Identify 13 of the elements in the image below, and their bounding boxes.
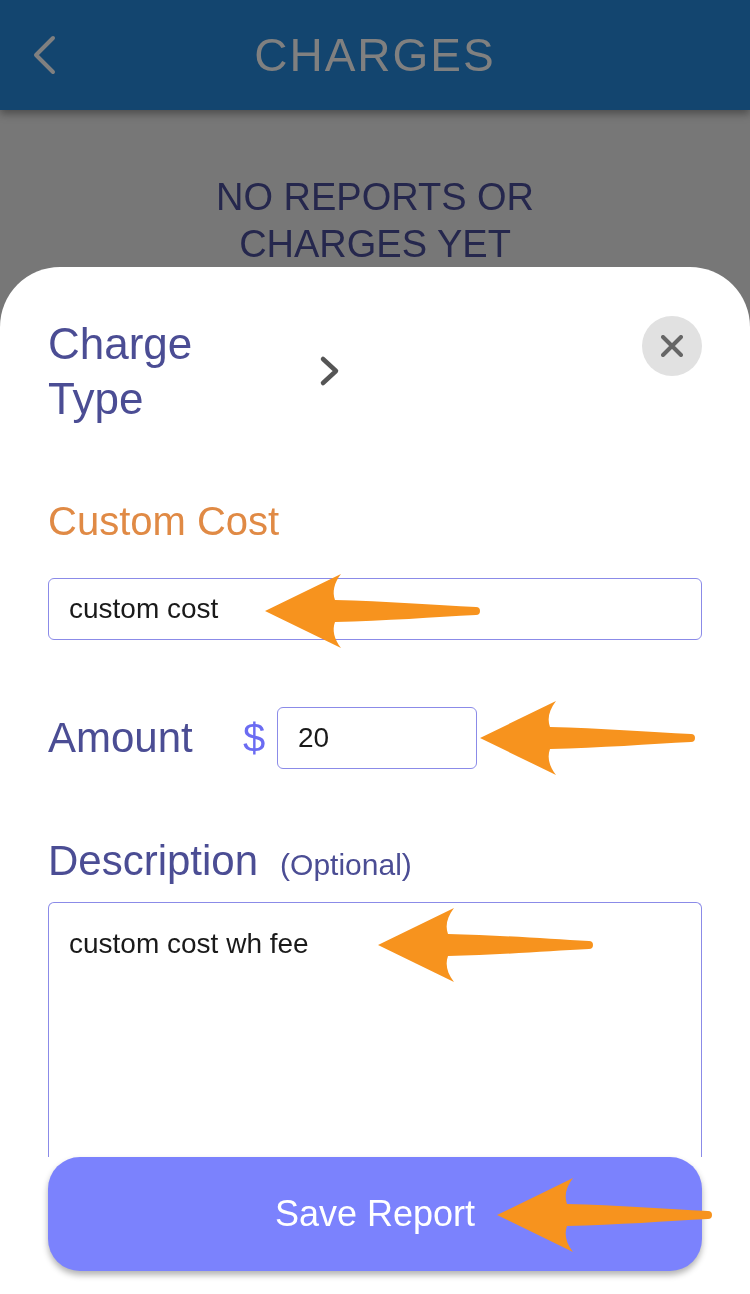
charge-type-label[interactable]: Charge Type: [48, 316, 248, 426]
close-icon: [661, 335, 683, 357]
close-button[interactable]: [642, 316, 702, 376]
screen-title: CHARGES: [254, 28, 496, 83]
description-label: Description: [48, 836, 259, 886]
description-textarea[interactable]: custom cost wh fee: [48, 902, 702, 1157]
optional-note: (Optional): [280, 847, 412, 883]
amount-input[interactable]: 20: [277, 707, 477, 769]
currency-symbol: $: [243, 715, 267, 762]
back-icon[interactable]: [32, 35, 56, 75]
empty-state-message: NO REPORTS OR CHARGES YET: [214, 175, 536, 267]
amount-label: Amount: [48, 713, 194, 763]
section-title: Custom Cost: [48, 498, 281, 545]
